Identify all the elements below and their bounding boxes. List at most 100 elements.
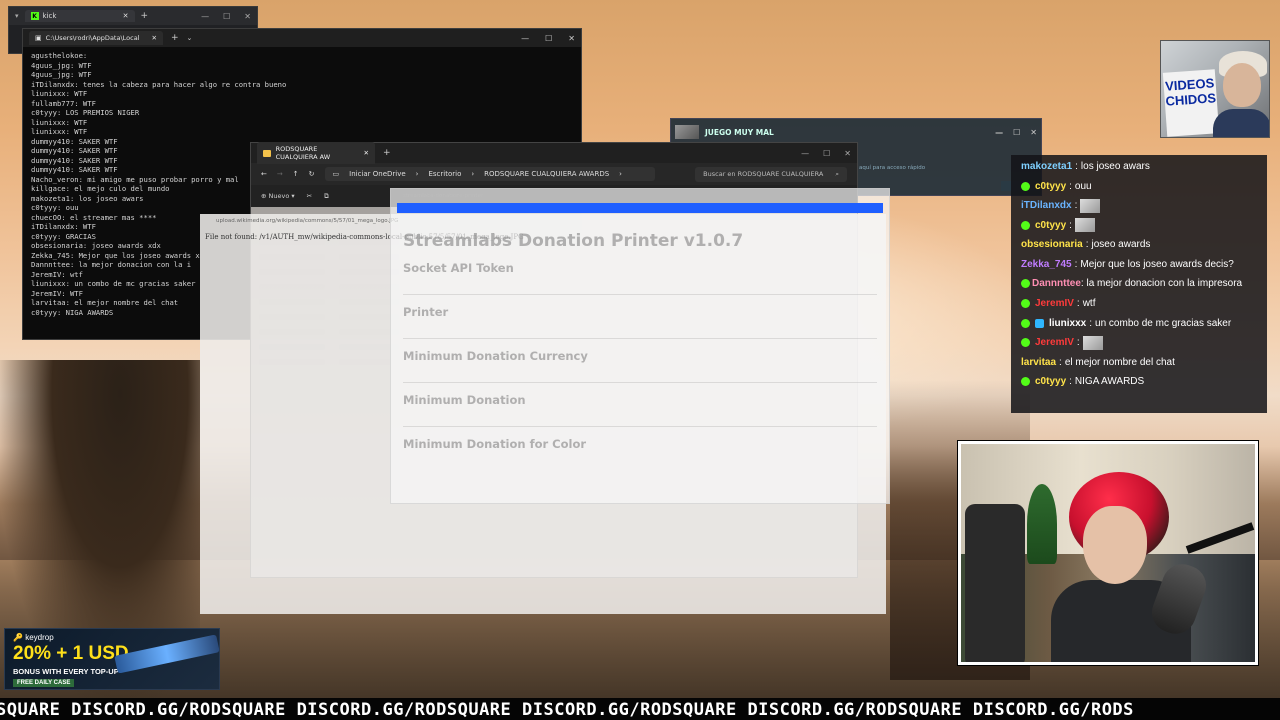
close-icon[interactable]: ✕ xyxy=(568,34,575,43)
verified-badge-icon xyxy=(1035,318,1044,328)
emote-icon xyxy=(1074,218,1095,233)
streamlabs-printer-window[interactable]: streamlabs-donations-printer Streamlabs … xyxy=(390,188,890,504)
streamlabs-header-bar xyxy=(397,203,883,213)
chat-message: Zekka_745: Mejor que los joseo awards de… xyxy=(1021,255,1257,275)
browser-tabbar: ▾ K kick ✕ + — ☐ ✕ xyxy=(9,7,257,25)
chat-username[interactable]: liunixxx xyxy=(1049,314,1086,334)
subscriber-badge-icon xyxy=(1021,299,1030,309)
breadcrumb-onedrive[interactable]: Iniciar OneDrive xyxy=(349,170,406,178)
maximize-icon[interactable]: ☐ xyxy=(545,34,552,43)
terminal-tab[interactable]: ▣ C:\Users\rodri\AppData\Local ✕ xyxy=(29,31,163,45)
subscriber-badge-icon xyxy=(1021,318,1030,328)
quick-access-link[interactable]: aquí para acceso rápido xyxy=(859,165,925,171)
chat-text: Mejor que los joseo awards decis? xyxy=(1080,258,1234,270)
socket-token-label: Socket API Token xyxy=(403,261,514,275)
keydrop-brand: 🔑 keydrop xyxy=(13,633,54,642)
promo-headline: 20% + 1 USD xyxy=(13,643,129,664)
chat-username[interactable]: iTDilanxdx xyxy=(1021,196,1072,216)
chat-message: Dannnttee: la mejor donacion con la impr… xyxy=(1021,274,1257,294)
explorer-tab[interactable]: RODSQUARE CUALQUIERA AW ✕ xyxy=(257,142,375,164)
chat-username[interactable]: Zekka_745 xyxy=(1021,255,1072,275)
cut-icon[interactable]: ✂ xyxy=(307,192,312,200)
chat-message: larvitaa: el mejor nombre del chat xyxy=(1021,353,1257,373)
subscriber-badge-icon xyxy=(1021,338,1030,348)
chat-username[interactable]: obsesionaria xyxy=(1021,235,1083,255)
keydrop-ad[interactable]: 🔑 keydrop 20% + 1 USD BONUS WITH EVERY T… xyxy=(4,628,220,690)
new-tab-icon[interactable]: + xyxy=(383,148,391,158)
close-icon[interactable]: ✕ xyxy=(364,149,369,157)
min-donation-field[interactable] xyxy=(403,413,877,427)
chat-username[interactable]: c0tyyy xyxy=(1035,177,1066,197)
min-color-label: Minimum Donation for Color xyxy=(403,437,587,451)
close-icon[interactable]: ✕ xyxy=(244,12,251,21)
emote-icon xyxy=(1082,335,1103,350)
terminal-line: iTDilanxdx: tenes la cabeza para hacer a… xyxy=(31,79,287,89)
minimize-icon[interactable]: — xyxy=(201,12,209,21)
chat-message: c0tyyy: NIGA AWARDS xyxy=(1021,372,1257,392)
chat-username[interactable]: makozeta1 xyxy=(1021,157,1072,177)
pc-icon: ▭ xyxy=(332,170,340,178)
maximize-icon[interactable]: ☐ xyxy=(823,149,830,158)
explorer-tab-label: RODSQUARE CUALQUIERA AW xyxy=(275,145,331,161)
min-currency-label: Minimum Donation Currency xyxy=(403,349,588,363)
close-icon[interactable]: ✕ xyxy=(844,149,851,158)
streamlabs-titlebar: streamlabs-donations-printer xyxy=(391,189,889,203)
game-window-title: JUEGO MUY MAL xyxy=(705,127,774,137)
chat-message: liunixxx: un combo de mc gracias saker xyxy=(1021,314,1257,334)
close-icon[interactable]: ✕ xyxy=(123,12,129,20)
kick-logo-icon: K xyxy=(30,12,39,20)
forward-arrow-icon[interactable]: → xyxy=(277,170,283,178)
new-button-label: Nuevo xyxy=(268,192,290,200)
new-tab-icon[interactable]: + xyxy=(171,33,179,43)
chat-text: los joseo awars xyxy=(1080,161,1150,172)
explorer-tabbar: RODSQUARE CUALQUIERA AW ✕ + — ☐ ✕ xyxy=(251,142,857,164)
chevron-down-icon[interactable]: ▾ xyxy=(15,12,19,20)
minimize-icon[interactable]: — xyxy=(521,34,529,43)
terminal-line: liunixxx: WTF xyxy=(31,127,88,136)
new-tab-icon[interactable]: + xyxy=(141,11,149,21)
terminal-line: 4guus_jpg: WTF xyxy=(31,60,92,70)
min-currency-select[interactable] xyxy=(403,369,877,383)
chevron-down-icon[interactable]: ⌄ xyxy=(187,34,193,42)
search-icon: ⌕ xyxy=(835,169,839,178)
christmas-tree xyxy=(1027,484,1057,564)
refresh-icon[interactable]: ↻ xyxy=(309,170,315,178)
chat-username[interactable]: c0tyyy xyxy=(1035,216,1066,236)
chat-text: joseo awards xyxy=(1091,239,1151,250)
new-button[interactable]: ⊕ Nuevo ▾ xyxy=(261,192,295,200)
chat-overlay: makozeta1: los joseo awars c0tyyy: ouu iTD… xyxy=(1011,155,1267,413)
close-icon[interactable]: ✕ xyxy=(1030,128,1037,137)
streamlabs-window-title: streamlabs-donations-printer xyxy=(403,193,484,199)
chat-username[interactable]: Dannnttee xyxy=(1032,278,1081,289)
browser-tab[interactable]: K kick ✕ xyxy=(24,10,135,22)
browser-tab-label: kick xyxy=(42,12,57,20)
back-arrow-icon[interactable]: ← xyxy=(261,170,267,178)
explorer-search[interactable]: Buscar en RODSQUARE CUALQUIERA ⌕ xyxy=(695,166,847,182)
chat-message: makozeta1: los joseo awars xyxy=(1021,157,1257,177)
chat-username[interactable]: larvitaa xyxy=(1021,353,1056,373)
printer-select[interactable] xyxy=(403,325,877,339)
breadcrumb-folder[interactable]: RODSQUARE CUALQUIERA AWARDS xyxy=(484,170,609,178)
maximize-icon[interactable]: ☐ xyxy=(1013,128,1020,137)
chat-username[interactable]: JeremIV xyxy=(1035,333,1074,353)
terminal-tab-label: C:\Users\rodri\AppData\Local xyxy=(45,34,140,42)
chat-text: el mejor nombre del chat xyxy=(1064,356,1175,368)
chat-username[interactable]: c0tyyy xyxy=(1035,372,1066,392)
close-icon[interactable]: ✕ xyxy=(152,34,157,42)
promo-subline: BONUS WITH EVERY TOP-UP xyxy=(13,667,119,676)
copy-icon[interactable]: ⧉ xyxy=(324,192,329,201)
up-arrow-icon[interactable]: ↑ xyxy=(293,170,299,178)
terminal-line: c0tyyy: LOS PREMIOS NIGER xyxy=(31,108,140,117)
minimize-icon[interactable]: — xyxy=(995,128,1003,137)
subscriber-badge-icon xyxy=(1021,278,1030,288)
ticker-text: SQUARE DISCORD.GG/RODSQUARE DISCORD.GG/R… xyxy=(0,700,1134,720)
maximize-icon[interactable]: ☐ xyxy=(223,12,230,21)
chat-message: obsesionaria: joseo awards xyxy=(1021,235,1257,255)
minimize-icon[interactable]: — xyxy=(801,149,809,158)
address-bar[interactable]: ▭ Iniciar OneDrive › Escritorio › RODSQU… xyxy=(324,167,655,181)
chat-username[interactable]: JeremIV xyxy=(1035,294,1074,314)
socket-token-field[interactable] xyxy=(403,281,877,295)
breadcrumb-escritorio[interactable]: Escritorio xyxy=(428,170,461,178)
discord-ticker: SQUARE DISCORD.GG/RODSQUARE DISCORD.GG/R… xyxy=(0,698,1280,720)
keydrop-brand-label: keydrop xyxy=(25,633,54,642)
